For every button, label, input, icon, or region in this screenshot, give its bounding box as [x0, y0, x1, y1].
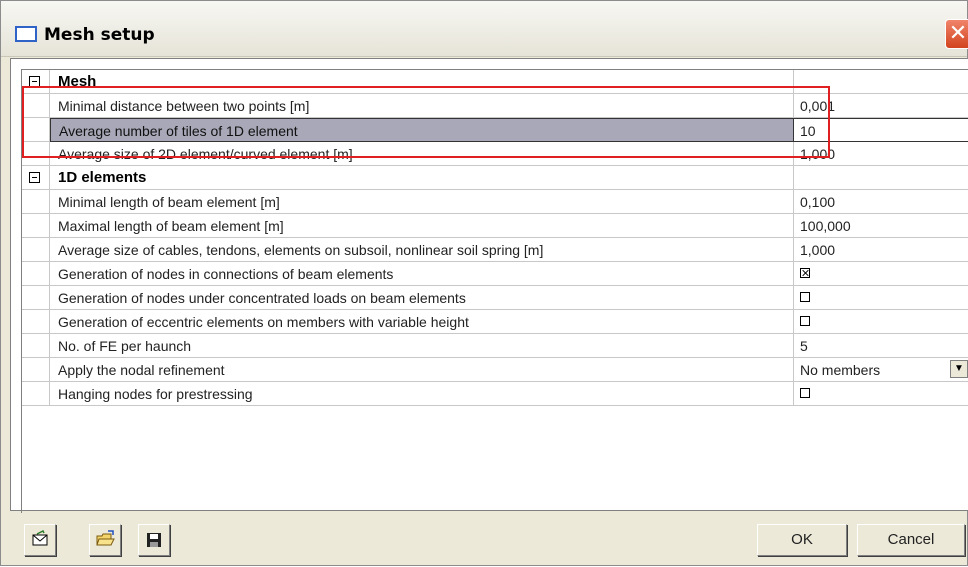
property-checkbox[interactable] [794, 310, 968, 334]
property-label: Average size of 2D element/curved elemen… [50, 142, 794, 166]
row-gutter [22, 94, 50, 118]
property-label: Average size of cables, tendons, element… [50, 238, 794, 262]
property-value[interactable]: 0,001 [794, 94, 968, 118]
property-row[interactable]: Generation of nodes in connections of be… [22, 262, 968, 286]
property-value[interactable]: 1,000 [794, 142, 968, 166]
bottom-toolbar: OK Cancel [1, 513, 967, 567]
section-label: 1D elements [50, 166, 794, 190]
mesh-setup-dialog: Mesh setup ✕ Mesh Minimal distance betwee… [0, 0, 968, 566]
property-label: Apply the nodal refinement [50, 358, 794, 382]
unchecked-checkbox-icon[interactable] [800, 292, 810, 303]
row-gutter [22, 310, 50, 334]
property-checkbox[interactable] [794, 286, 968, 310]
row-gutter [22, 214, 50, 238]
property-value[interactable]: 0,100 [794, 190, 968, 214]
row-gutter [22, 334, 50, 358]
unchecked-checkbox-icon[interactable] [800, 388, 810, 399]
property-checkbox[interactable] [794, 382, 968, 406]
property-dropdown[interactable]: No members ▼ [794, 358, 968, 382]
property-row[interactable]: Minimal distance between two points [m] 0… [22, 94, 968, 118]
save-icon [139, 525, 169, 555]
property-label: No. of FE per haunch [50, 334, 794, 358]
property-row[interactable]: Generation of eccentric elements on memb… [22, 310, 968, 334]
row-gutter[interactable] [22, 166, 50, 190]
property-value[interactable]: 5 [794, 334, 968, 358]
property-row[interactable]: Average size of cables, tendons, element… [22, 238, 968, 262]
row-gutter[interactable] [22, 70, 50, 94]
collapse-icon[interactable] [29, 172, 40, 183]
row-gutter [22, 190, 50, 214]
window-icon [15, 26, 37, 42]
row-gutter [22, 118, 50, 142]
dialog-title: Mesh setup [44, 25, 155, 45]
row-gutter [22, 262, 50, 286]
section-value [794, 166, 968, 190]
row-gutter [22, 238, 50, 262]
save-button[interactable] [138, 524, 170, 556]
property-checkbox[interactable] [794, 262, 968, 286]
property-label: Minimal length of beam element [m] [50, 190, 794, 214]
open-button[interactable] [89, 524, 121, 556]
property-value[interactable]: 10 [794, 118, 968, 142]
property-label: Generation of nodes under concentrated l… [50, 286, 794, 310]
property-row[interactable]: Hanging nodes for prestressing [22, 382, 968, 406]
dropdown-value: No members [800, 362, 881, 378]
title-bar: Mesh setup ✕ [1, 1, 968, 57]
ok-button[interactable]: OK [757, 524, 847, 556]
collapse-icon[interactable] [29, 76, 40, 87]
property-label: Generation of nodes in connections of be… [50, 262, 794, 286]
open-folder-icon [90, 525, 120, 555]
section-value [794, 70, 968, 94]
row-gutter [22, 382, 50, 406]
property-value[interactable]: 1,000 [794, 238, 968, 262]
property-row[interactable]: Minimal length of beam element [m] 0,100 [22, 190, 968, 214]
property-grid: Mesh Minimal distance between two points … [10, 58, 968, 513]
property-label: Hanging nodes for prestressing [50, 382, 794, 406]
property-row[interactable]: Generation of nodes under concentrated l… [22, 286, 968, 310]
property-label: Generation of eccentric elements on memb… [50, 310, 794, 334]
defaults-icon [25, 525, 55, 555]
property-label: Maximal length of beam element [m] [50, 214, 794, 238]
property-grid-body: Mesh Minimal distance between two points … [21, 69, 968, 513]
row-gutter [22, 142, 50, 166]
property-row[interactable]: Apply the nodal refinement No members ▼ [22, 358, 968, 382]
unchecked-checkbox-icon[interactable] [800, 316, 810, 327]
checked-checkbox-icon[interactable] [800, 268, 810, 279]
property-row[interactable]: Average number of tiles of 1D element 10 [22, 118, 968, 142]
row-gutter [22, 286, 50, 310]
section-row[interactable]: 1D elements [22, 166, 968, 190]
property-row[interactable]: Average size of 2D element/curved elemen… [22, 142, 968, 166]
close-icon: ✕ [948, 21, 968, 46]
section-label: Mesh [50, 70, 794, 94]
property-row[interactable]: Maximal length of beam element [m] 100,00… [22, 214, 968, 238]
property-value[interactable]: 100,000 [794, 214, 968, 238]
property-label: Average number of tiles of 1D element [50, 118, 794, 142]
dropdown-arrow-icon[interactable]: ▼ [950, 360, 968, 378]
property-label: Minimal distance between two points [m] [50, 94, 794, 118]
property-row[interactable]: No. of FE per haunch 5 [22, 334, 968, 358]
defaults-button[interactable] [24, 524, 56, 556]
section-row[interactable]: Mesh [22, 70, 968, 94]
cancel-button[interactable]: Cancel [857, 524, 965, 556]
row-gutter [22, 358, 50, 382]
close-button[interactable]: ✕ [945, 19, 968, 49]
